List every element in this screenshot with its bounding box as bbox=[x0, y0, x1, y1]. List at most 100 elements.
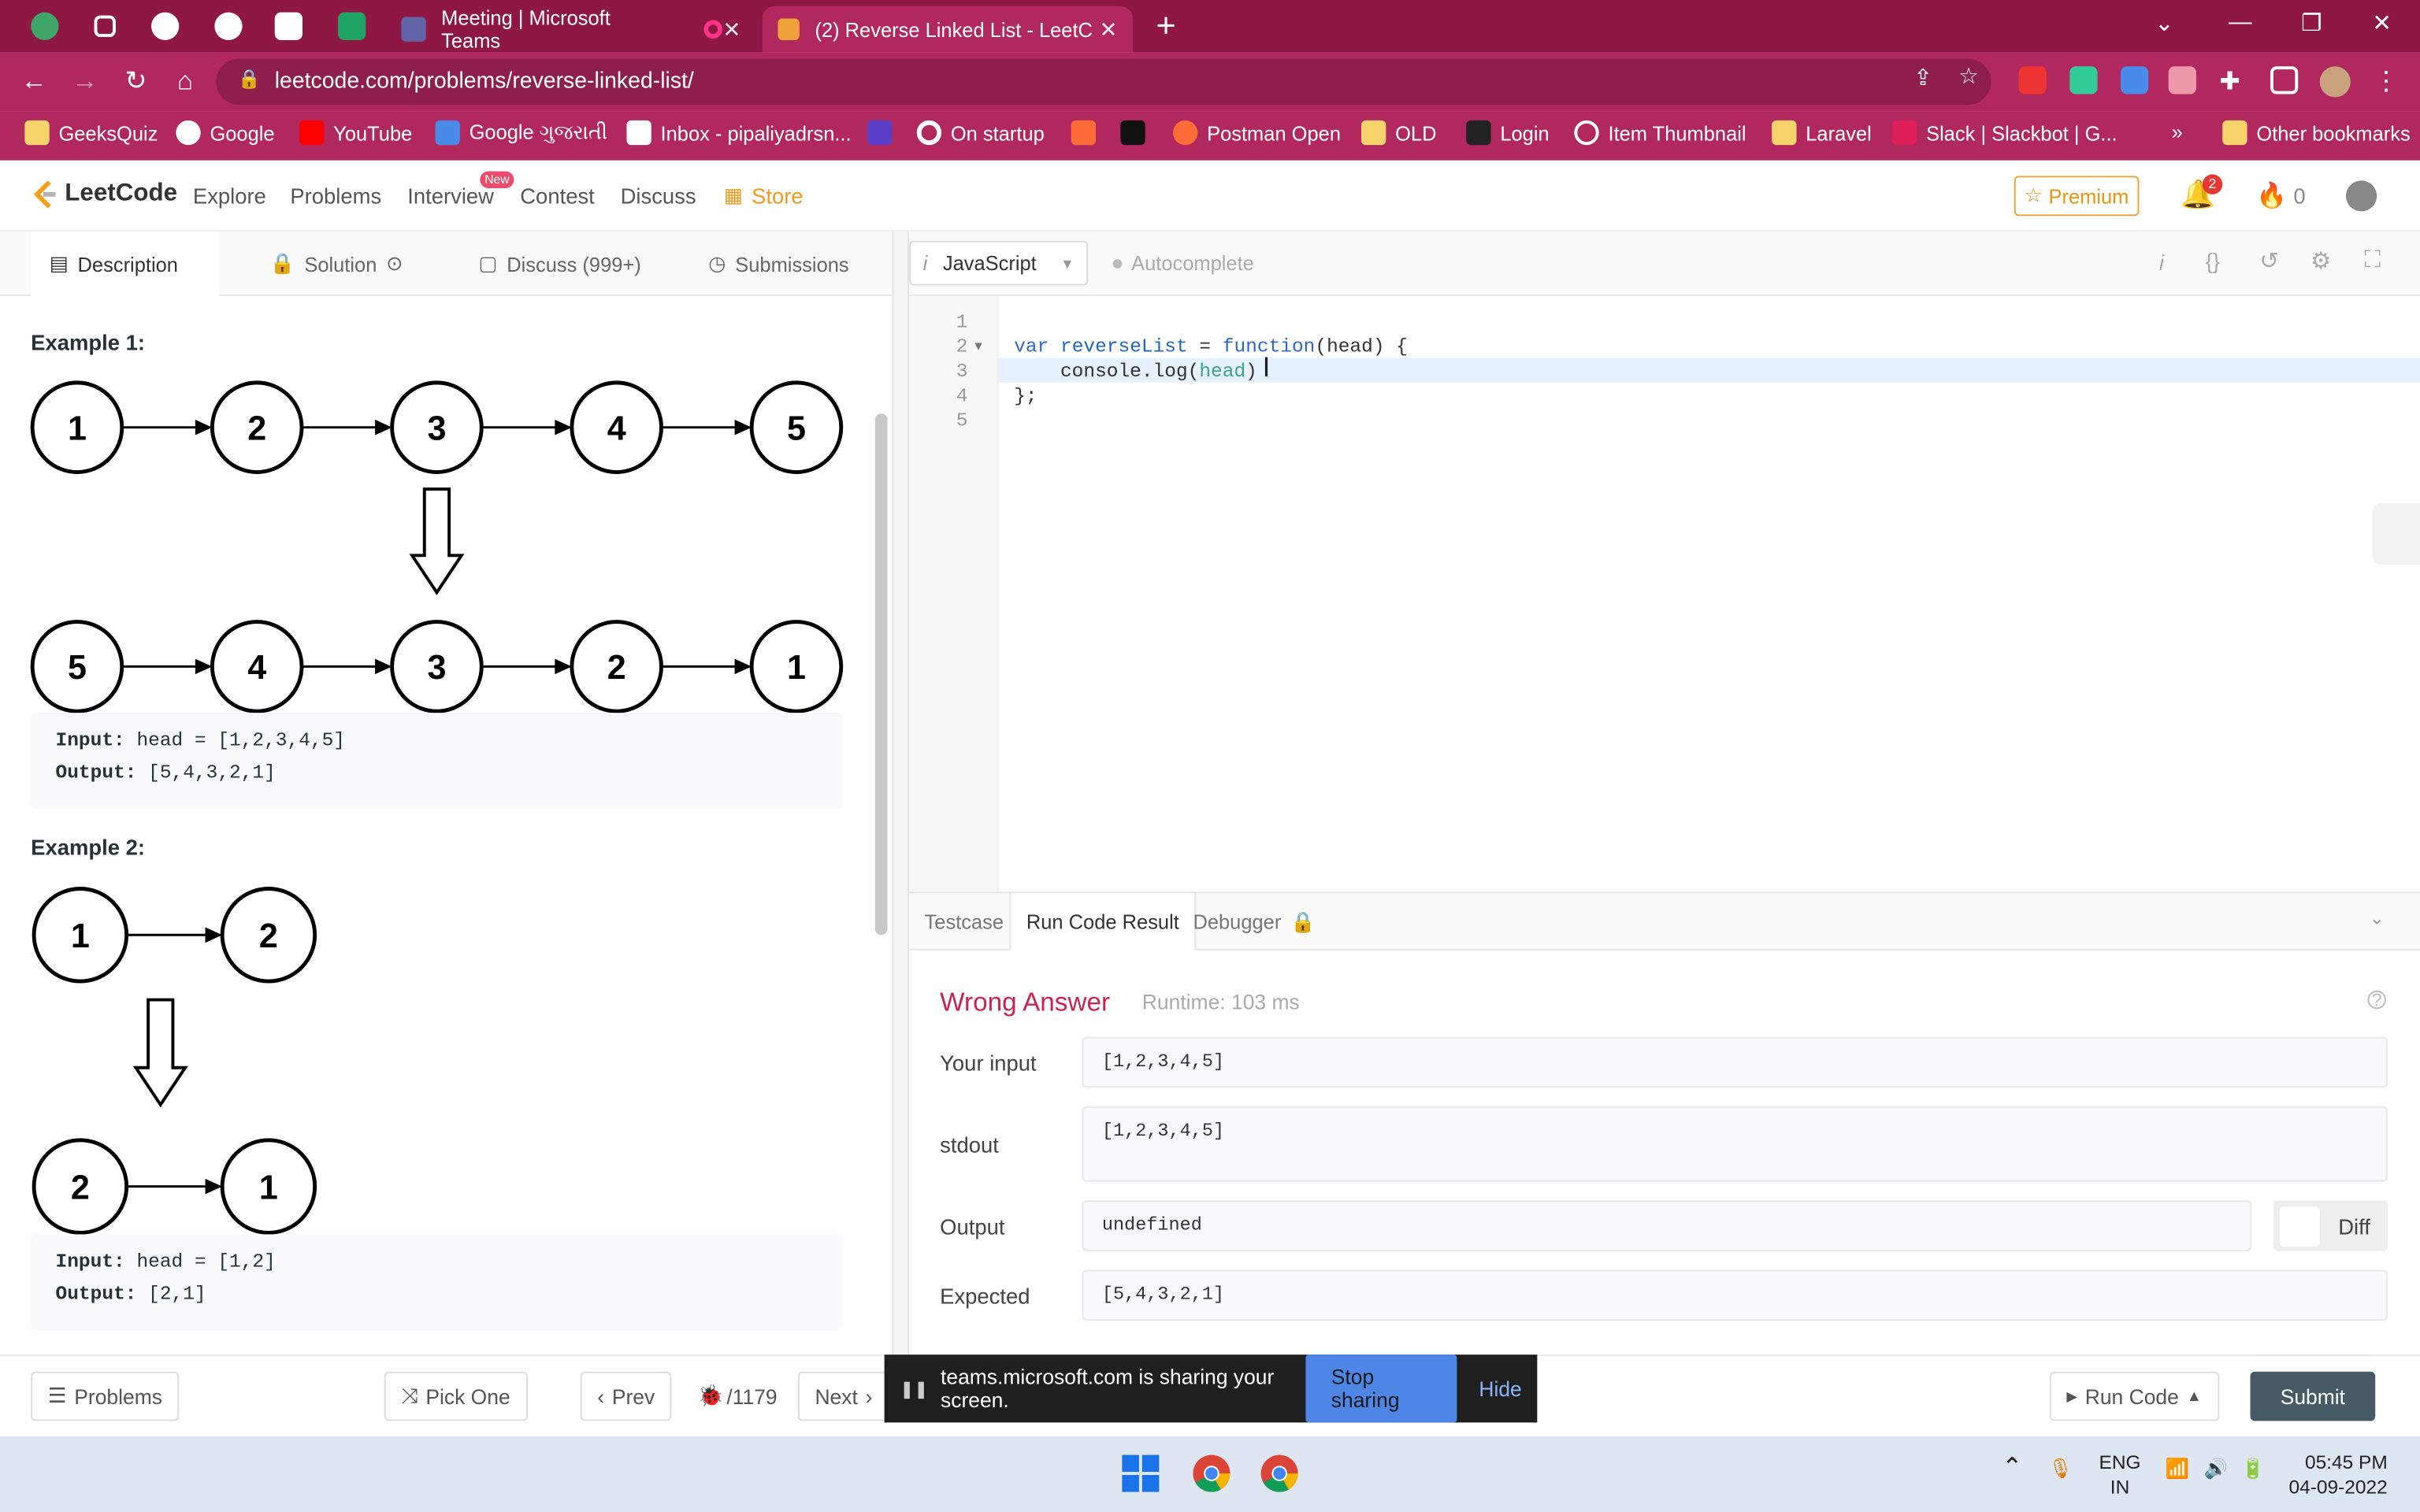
extension-video-icon[interactable] bbox=[2168, 66, 2196, 94]
bookmark-login[interactable]: Login bbox=[1466, 120, 1550, 146]
next-button[interactable]: Next › bbox=[797, 1371, 890, 1421]
bookmark-item-thumbnail[interactable]: Item Thumbnail bbox=[1574, 120, 1746, 146]
tab-solution[interactable]: 🔒 Solution ⊙ bbox=[251, 232, 421, 296]
streak-count: 0 bbox=[2293, 183, 2306, 209]
problems-list-button[interactable]: ☰ Problems bbox=[31, 1371, 180, 1421]
description-scrollbar[interactable] bbox=[874, 413, 888, 936]
user-avatar-icon[interactable] bbox=[2345, 180, 2377, 212]
github-icon[interactable] bbox=[151, 12, 180, 40]
prev-button[interactable]: ‹ Prev bbox=[580, 1371, 672, 1421]
language-indicator[interactable]: ENG IN bbox=[2099, 1451, 2141, 1500]
tab-icon-t[interactable] bbox=[31, 12, 59, 40]
autocomplete-toggle[interactable]: Autocomplete bbox=[1112, 251, 1254, 275]
collapse-chevron-icon[interactable]: ⌄ bbox=[2369, 907, 2385, 928]
tab-search-icon[interactable]: ⌄ bbox=[2155, 9, 2174, 37]
nav-store[interactable]: Store bbox=[752, 183, 804, 208]
bookmarks-overflow-icon[interactable]: » bbox=[2172, 120, 2183, 143]
reload-icon[interactable]: ↻ bbox=[121, 66, 151, 97]
window-close-icon[interactable]: ✕ bbox=[2372, 9, 2392, 37]
extensions-puzzle-icon[interactable]: ✚ bbox=[2219, 66, 2247, 95]
profile-avatar[interactable] bbox=[2319, 66, 2351, 98]
extension-hand-icon[interactable] bbox=[2018, 66, 2047, 94]
nav-problems[interactable]: Problems bbox=[290, 183, 381, 208]
tab-teams[interactable]: Meeting | Microsoft Teams ✕ bbox=[386, 6, 756, 53]
diff-toggle[interactable]: Diff bbox=[2273, 1200, 2388, 1251]
battery-icon[interactable]: 🔋 bbox=[2241, 1456, 2266, 1480]
language-select[interactable]: i JavaScript ▼ bbox=[908, 240, 1089, 286]
menu-icon[interactable]: ⋮ bbox=[2370, 66, 2401, 97]
pane-splitter[interactable] bbox=[892, 231, 909, 1355]
fullscreen-icon[interactable]: ⛶ bbox=[2364, 246, 2381, 272]
bookmark-on-startup[interactable]: On startup bbox=[916, 120, 1045, 146]
windows-start-icon[interactable] bbox=[1119, 1452, 1162, 1495]
minimize-icon[interactable]: — bbox=[2229, 9, 2251, 35]
problem-counter[interactable]: 🐞/1179 bbox=[698, 1384, 778, 1408]
home-icon[interactable]: ⌂ bbox=[170, 66, 201, 97]
leetcode-logo[interactable]: LeetCode bbox=[31, 179, 177, 209]
bookmark-other[interactable]: Other bookmarks bbox=[2222, 120, 2411, 146]
new-tab-icon[interactable]: + bbox=[1156, 6, 1175, 46]
settings-icon[interactable]: ⚙ bbox=[2311, 246, 2331, 274]
extension-shield-icon[interactable] bbox=[2069, 66, 2098, 94]
forward-icon[interactable]: → bbox=[69, 66, 100, 97]
tab-description[interactable]: ▤ Description bbox=[31, 231, 220, 297]
clock[interactable]: 05:45 PM 04-09-2022 bbox=[2288, 1451, 2387, 1500]
bookmark-google[interactable]: Google bbox=[176, 120, 275, 146]
info-icon[interactable]: i bbox=[2159, 250, 2164, 274]
close-icon[interactable]: ✕ bbox=[1099, 17, 1117, 43]
sheets-icon[interactable] bbox=[338, 12, 366, 40]
tray-chevron-icon[interactable]: ⌃ bbox=[2002, 1456, 2022, 1480]
help-icon[interactable]: ? bbox=[2367, 990, 2386, 1010]
share-icon[interactable]: ⇪ bbox=[1913, 66, 1932, 91]
run-code-button[interactable]: ▶ Run Code ▲ bbox=[2049, 1371, 2219, 1421]
extension-translate-icon[interactable] bbox=[2120, 66, 2149, 94]
screen-share-bar: ❚❚ teams.microsoft.com is sharing your s… bbox=[884, 1354, 1538, 1423]
bookmark-google-gujarati[interactable]: Google ગુજરાતી bbox=[435, 120, 607, 146]
volume-icon[interactable]: 🔊 bbox=[2204, 1456, 2229, 1480]
address-bar[interactable]: 🔒 leetcode.com/problems/reverse-linked-l… bbox=[216, 58, 1991, 106]
hide-button[interactable]: Hide bbox=[1479, 1377, 1521, 1400]
bookmark-slack[interactable]: Slack | Slackbot | G... bbox=[1891, 120, 2118, 146]
tab-submissions[interactable]: ◷ Submissions bbox=[690, 232, 867, 296]
bookmark-arrow[interactable] bbox=[1071, 120, 1097, 146]
code-editor[interactable]: 1 2 ▼ 3 4 5 var reverseList = function(h… bbox=[908, 296, 2420, 892]
bookmark-heart[interactable] bbox=[867, 120, 893, 146]
side-note-tab[interactable] bbox=[2372, 502, 2420, 565]
nav-contest[interactable]: Contest bbox=[520, 183, 595, 208]
restore-icon[interactable]: ❐ bbox=[2301, 9, 2322, 37]
tab-run-code-result[interactable]: Run Code Result bbox=[1009, 893, 1197, 951]
teams-icon bbox=[401, 17, 426, 42]
nav-discuss[interactable]: Discuss bbox=[621, 183, 696, 208]
tab-debugger[interactable]: Debugger 🔒 bbox=[1178, 893, 1331, 950]
chrome-icon-2[interactable] bbox=[1258, 1452, 1301, 1495]
bookmark-tv[interactable] bbox=[1120, 120, 1145, 146]
tab-icon-square[interactable] bbox=[94, 15, 116, 38]
side-panel-icon[interactable] bbox=[2270, 66, 2299, 94]
stop-sharing-button[interactable]: Stop sharing bbox=[1306, 1354, 1457, 1423]
bookmark-star-icon[interactable]: ☆ bbox=[1958, 65, 1978, 89]
premium-button[interactable]: ☆ Premium bbox=[2014, 176, 2140, 217]
back-icon[interactable]: ← bbox=[19, 66, 50, 97]
nav-interview[interactable]: Interview bbox=[407, 183, 494, 208]
fold-arrow-icon[interactable]: ▼ bbox=[972, 339, 985, 354]
microphone-icon[interactable]: 🎙 bbox=[2048, 1456, 2073, 1480]
close-icon[interactable]: ✕ bbox=[722, 17, 740, 43]
tab-testcase[interactable]: Testcase bbox=[909, 893, 1019, 950]
github-icon-2[interactable] bbox=[214, 12, 243, 40]
nav-explore[interactable]: Explore bbox=[193, 183, 266, 208]
bookmark-geeksquiz[interactable]: GeeksQuiz bbox=[24, 120, 158, 146]
bookmark-old[interactable]: OLD bbox=[1361, 120, 1436, 146]
submit-button[interactable]: Submit bbox=[2250, 1371, 2376, 1421]
bookmark-youtube[interactable]: YouTube bbox=[299, 120, 412, 146]
braces-icon[interactable]: {} bbox=[2206, 248, 2220, 272]
chrome-icon[interactable] bbox=[1190, 1452, 1234, 1495]
gmail-icon[interactable] bbox=[274, 12, 303, 40]
reset-icon[interactable]: ↺ bbox=[2259, 246, 2279, 274]
tab-leetcode[interactable]: (2) Reverse Linked List - LeetCode ✕ bbox=[762, 6, 1134, 53]
bookmark-laravel[interactable]: Laravel bbox=[1772, 120, 1872, 146]
pick-one-button[interactable]: ⤨ Pick One bbox=[384, 1371, 528, 1421]
wifi-icon[interactable]: 📶 bbox=[2166, 1456, 2190, 1480]
bookmark-inbox[interactable]: Inbox - pipaliyadrsn... bbox=[626, 120, 852, 146]
tab-discuss[interactable]: ▢ Discuss (999+) bbox=[460, 232, 659, 296]
bookmark-postman[interactable]: Postman Open bbox=[1172, 120, 1341, 146]
